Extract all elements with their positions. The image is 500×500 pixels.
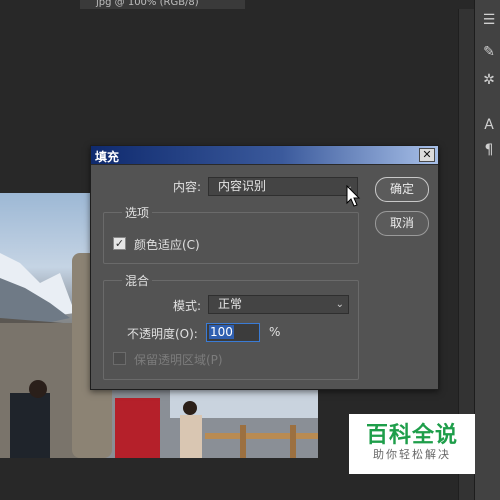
ok-button-label: 确定	[389, 182, 414, 196]
dialog-titlebar[interactable]: 填充 ✕	[91, 146, 438, 165]
opacity-label: 不透明度(O):	[127, 327, 198, 341]
right-panel-strip: ☰ ✎ ✲ A ¶	[474, 0, 500, 500]
preserve-transparency-label: 保留透明区域(P)	[134, 353, 223, 367]
cancel-button[interactable]: 取消	[375, 211, 429, 236]
mode-select-value: 正常	[218, 297, 243, 311]
watermark-logo: 百科全说 助你轻松解决	[349, 414, 475, 474]
color-adapt-checkbox[interactable]: ✓	[113, 237, 126, 250]
close-button[interactable]: ✕	[419, 148, 435, 162]
color-adapt-label: 颜色适应(C)	[134, 238, 200, 252]
fill-dialog: 填充 ✕ 内容: 内容识别 ⌄ 确定 取消 选项 ✓ 颜色适应(C) 混合 模式…	[90, 145, 439, 390]
chevron-down-icon: ⌄	[335, 299, 344, 310]
preserve-transparency-checkbox[interactable]	[113, 352, 126, 365]
clone-source-icon[interactable]: ✲	[481, 72, 497, 88]
paragraph-icon[interactable]: ¶	[481, 142, 497, 158]
character-icon[interactable]: A	[481, 117, 497, 133]
adjust-icon[interactable]: ☰	[481, 12, 497, 28]
content-label: 内容:	[173, 180, 202, 194]
opacity-input[interactable]: 100	[206, 323, 260, 342]
opacity-value: 100	[209, 325, 234, 339]
watermark-sub: 助你轻松解决	[373, 448, 451, 461]
dialog-title: 填充	[95, 150, 120, 164]
cancel-button-label: 取消	[389, 216, 414, 230]
opacity-unit: %	[269, 325, 281, 339]
brush-settings-icon[interactable]: ✎	[481, 44, 497, 60]
content-select-value: 内容识别	[218, 179, 267, 193]
options-group-title: 选项	[122, 204, 153, 221]
document-tab-label: jpg @ 100% (RGB/8)	[96, 0, 199, 8]
blend-group-title: 混合	[122, 272, 153, 289]
content-select[interactable]: 内容识别 ⌄	[208, 177, 358, 196]
ok-button[interactable]: 确定	[375, 177, 429, 202]
mouse-cursor-icon	[346, 185, 361, 207]
mode-label: 模式:	[173, 299, 202, 313]
close-icon: ✕	[422, 148, 432, 161]
mode-select[interactable]: 正常 ⌄	[208, 295, 349, 314]
watermark-main: 百科全说	[365, 423, 458, 448]
document-tab[interactable]: jpg @ 100% (RGB/8)	[80, 0, 245, 9]
